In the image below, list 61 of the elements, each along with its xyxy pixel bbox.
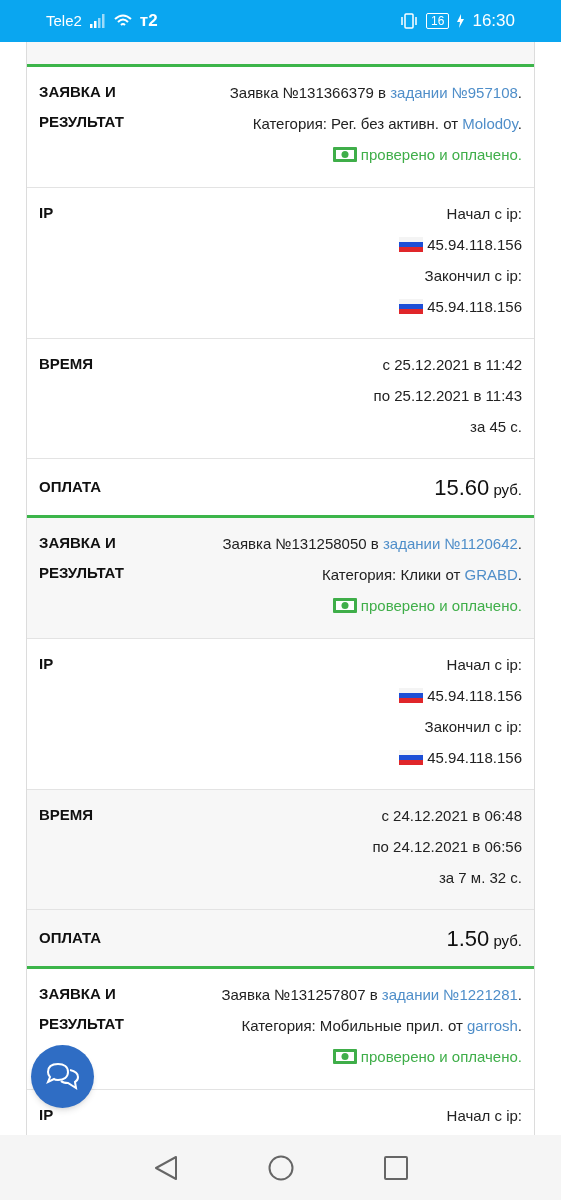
russia-flag-icon bbox=[399, 750, 424, 765]
start-time: с 25.12.2021 в 11:42 bbox=[382, 355, 522, 375]
russia-flag-icon bbox=[399, 688, 424, 703]
row-label: ОПЛАТА bbox=[39, 476, 102, 497]
row-label: ЗАЯВКА И РЕЗУЛЬТАТ bbox=[39, 82, 125, 132]
order-text: Заявка №131366379 в задании №957108. bbox=[229, 83, 522, 103]
russia-flag-icon bbox=[399, 237, 424, 252]
row-label: ОПЛАТА bbox=[39, 927, 102, 948]
row-label: ВРЕМЯ bbox=[39, 354, 95, 374]
ip-label: Начал с ip: bbox=[446, 1106, 522, 1126]
signal-icon bbox=[89, 14, 106, 28]
ip-label: Начал с ip: bbox=[446, 655, 522, 675]
end-time: по 25.12.2021 в 11:43 bbox=[373, 386, 522, 406]
row-label: ВРЕМЯ bbox=[39, 805, 95, 825]
status-text: проверено и оплачено. bbox=[360, 1047, 522, 1067]
category-text: Категория: Рег. без активн. от Molod0y. bbox=[252, 114, 522, 134]
vibrate-icon bbox=[400, 13, 419, 29]
ip-address: 45.94.118.156 bbox=[427, 235, 522, 255]
banknote-icon bbox=[332, 1049, 357, 1064]
link[interactable]: задании №1221281 bbox=[381, 986, 518, 1003]
order-text: Заявка №131257807 в задании №1221281. bbox=[221, 985, 522, 1005]
ip-address: 45.94.118.156 bbox=[427, 297, 522, 317]
russia-flag-icon bbox=[399, 299, 424, 314]
wifi-icon bbox=[113, 14, 132, 28]
link[interactable]: задании №1120642 bbox=[382, 535, 518, 552]
ip-address: 45.94.118.156 bbox=[427, 748, 522, 768]
duration: за 45 с. bbox=[470, 417, 522, 437]
status-text: проверено и оплачено. bbox=[360, 596, 522, 616]
clock: 16:30 bbox=[472, 10, 515, 33]
ip-label: Закончил с ip: bbox=[424, 266, 522, 286]
order-text: Заявка №131258050 в задании №1120642. bbox=[222, 534, 522, 554]
row-label: IP bbox=[39, 1105, 55, 1125]
home-icon[interactable] bbox=[267, 1154, 294, 1181]
carrier-name: Tele2 bbox=[46, 10, 82, 31]
status-text: проверено и оплачено. bbox=[360, 145, 522, 165]
battery-level: 16 bbox=[426, 13, 450, 29]
start-time: с 24.12.2021 в 06:48 bbox=[381, 806, 522, 826]
duration: за 7 м. 32 с. bbox=[438, 868, 522, 888]
link[interactable]: garrosh bbox=[466, 1017, 518, 1034]
row-label: IP bbox=[39, 203, 55, 223]
operator-logo: т2 bbox=[139, 10, 158, 33]
chat-bubbles-icon bbox=[44, 1061, 81, 1092]
banknote-icon bbox=[332, 598, 357, 613]
banknote-icon bbox=[332, 147, 357, 162]
ip-address: 45.94.118.156 bbox=[427, 686, 522, 706]
category-text: Категория: Клики от GRABD. bbox=[322, 565, 522, 585]
row-label: IP bbox=[39, 654, 55, 674]
link[interactable]: Molod0y bbox=[462, 115, 518, 132]
link[interactable]: задании №957108 bbox=[390, 84, 518, 101]
payment-amount: 15.60 руб. bbox=[434, 473, 522, 502]
back-icon[interactable] bbox=[153, 1154, 178, 1181]
charging-icon bbox=[457, 14, 465, 28]
end-time: по 24.12.2021 в 06:56 bbox=[372, 837, 522, 857]
row-label: ЗАЯВКА И РЕЗУЛЬТАТ bbox=[39, 533, 125, 583]
ip-label: Начал с ip: bbox=[446, 204, 522, 224]
payment-amount: 1.50 руб. bbox=[446, 924, 522, 953]
category-text: Категория: Мобильные прил. от garrosh. bbox=[241, 1016, 522, 1036]
recents-icon[interactable] bbox=[383, 1155, 408, 1180]
ip-label: Закончил с ip: bbox=[424, 717, 522, 737]
link[interactable]: GRABD bbox=[464, 566, 518, 583]
row-label: ЗАЯВКА И РЕЗУЛЬТАТ bbox=[39, 984, 125, 1034]
